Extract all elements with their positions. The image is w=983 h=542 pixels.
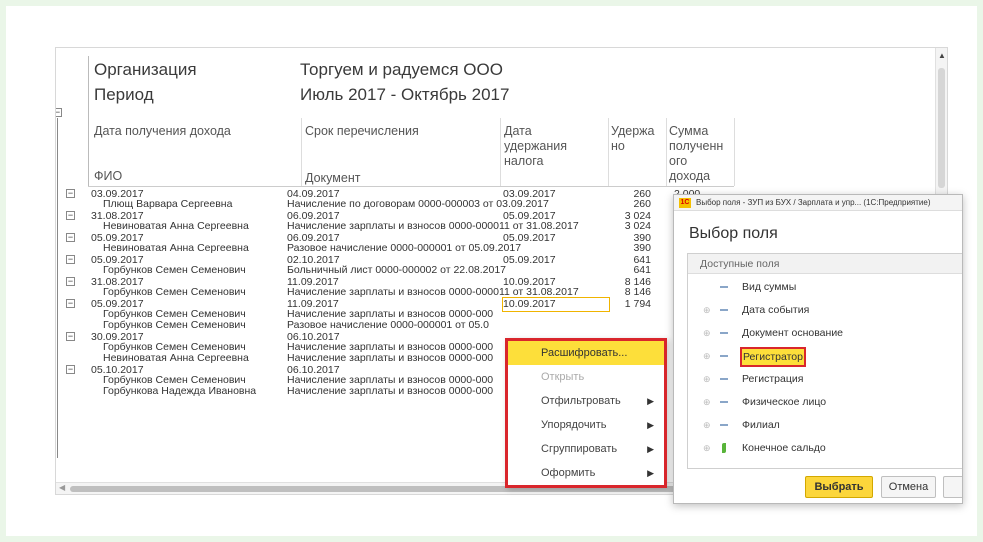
collapse-header-icon[interactable]: − xyxy=(56,108,62,117)
col-withheld: Удержа но xyxy=(611,124,655,153)
balance-leaf-icon xyxy=(722,443,726,453)
organization-label: Организация xyxy=(94,60,197,79)
collapse-row-icon[interactable]: − xyxy=(66,189,75,198)
cancel-button[interactable]: Отмена xyxy=(881,476,936,498)
col-document: Документ xyxy=(305,171,361,185)
collapse-row-icon[interactable]: − xyxy=(66,332,75,341)
expand-icon[interactable]: ⊕ xyxy=(703,368,711,390)
organization-value: Торгуем и радуемся ООО xyxy=(300,60,503,79)
available-fields-list[interactable]: Доступные поля Вид суммы ⊕ Дата события ⊕… xyxy=(687,253,962,469)
app-logo-icon: 1С xyxy=(679,198,691,208)
menu-item-filter[interactable]: Отфильтровать ▶ xyxy=(508,389,664,413)
submenu-arrow-icon: ▶ xyxy=(647,396,654,406)
collapse-row-icon[interactable]: − xyxy=(66,299,75,308)
menu-item-decode[interactable]: Расшифровать... xyxy=(508,341,664,365)
field-icon xyxy=(720,424,728,426)
submenu-arrow-icon: ▶ xyxy=(647,444,654,454)
expand-icon[interactable]: ⊕ xyxy=(703,299,711,321)
collapse-row-icon[interactable]: − xyxy=(66,277,75,286)
field-item[interactable]: ⊕ Дата события xyxy=(688,299,962,321)
col-divider xyxy=(301,118,302,186)
expand-icon[interactable]: ⊕ xyxy=(703,345,711,367)
context-menu: Расшифровать... Открыть Отфильтровать ▶ У… xyxy=(505,338,667,488)
collapse-row-icon[interactable]: − xyxy=(66,233,75,242)
col-divider xyxy=(734,118,735,186)
expand-icon[interactable]: ⊕ xyxy=(703,437,711,459)
menu-item-group[interactable]: Сгруппировать ▶ xyxy=(508,437,664,461)
field-icon xyxy=(720,378,728,380)
dialog-titlebar[interactable]: 1С Выбор поля - ЗУП из БУХ / Зарплата и … xyxy=(674,195,962,211)
field-item[interactable]: ⊕ Физическое лицо xyxy=(688,391,962,413)
scroll-left-icon[interactable]: ◀ xyxy=(59,483,65,492)
col-divider xyxy=(608,118,609,186)
submenu-arrow-icon: ▶ xyxy=(647,468,654,478)
field-selection-dialog: 1С Выбор поля - ЗУП из БУХ / Зарплата и … xyxy=(673,194,963,504)
field-icon xyxy=(720,309,728,311)
field-icon xyxy=(720,355,728,357)
expand-icon[interactable]: ⊕ xyxy=(703,391,711,413)
field-item-registrator[interactable]: ⊕ Регистратор xyxy=(688,345,962,367)
field-item[interactable]: ⊕ Конечное сальдо xyxy=(688,437,962,459)
menu-item-sort[interactable]: Упорядочить ▶ xyxy=(508,413,664,437)
field-icon xyxy=(720,286,728,288)
scroll-up-icon[interactable]: ▲ xyxy=(938,51,946,60)
col-fio: ФИО xyxy=(94,169,123,183)
period-label: Период xyxy=(94,85,154,104)
dialog-window-title: Выбор поля - ЗУП из БУХ / Зарплата и упр… xyxy=(696,198,931,207)
dialog-heading: Выбор поля xyxy=(689,225,778,242)
col-divider xyxy=(666,118,667,186)
submenu-arrow-icon: ▶ xyxy=(647,420,654,430)
field-icon xyxy=(720,332,728,334)
period-value: Июль 2017 - Октябрь 2017 xyxy=(300,85,510,104)
collapse-row-icon[interactable]: − xyxy=(66,211,75,220)
expand-icon[interactable]: ⊕ xyxy=(703,414,711,436)
col-income-sum: Сумма полученн ого дохода xyxy=(669,124,724,183)
col-income-date: Дата получения дохода xyxy=(94,124,231,138)
col-transfer-term: Срок перечисления xyxy=(305,124,419,138)
collapse-row-icon[interactable]: − xyxy=(66,365,75,374)
col-withhold-date: Дата удержания налога xyxy=(504,124,568,168)
outline-tree-line xyxy=(57,118,58,458)
expand-icon[interactable]: ⊕ xyxy=(703,322,711,344)
scroll-thumb[interactable] xyxy=(938,68,945,188)
field-item[interactable]: ⊕ Регистрация xyxy=(688,368,962,390)
available-fields-header: Доступные поля xyxy=(688,254,962,274)
field-item[interactable]: ⊕ Филиал xyxy=(688,414,962,436)
menu-item-format[interactable]: Оформить ▶ xyxy=(508,461,664,485)
header-bottom-border xyxy=(88,186,734,187)
more-button[interactable] xyxy=(943,476,962,498)
select-button[interactable]: Выбрать xyxy=(805,476,873,498)
field-item[interactable]: ⊕ Документ основание xyxy=(688,322,962,344)
menu-item-open: Открыть xyxy=(541,371,585,383)
collapse-row-icon[interactable]: − xyxy=(66,255,75,264)
field-item[interactable]: Вид суммы xyxy=(688,276,962,298)
field-icon xyxy=(720,401,728,403)
col-divider xyxy=(500,118,501,186)
header-left-border xyxy=(88,56,89,186)
selected-cell[interactable] xyxy=(502,297,610,312)
